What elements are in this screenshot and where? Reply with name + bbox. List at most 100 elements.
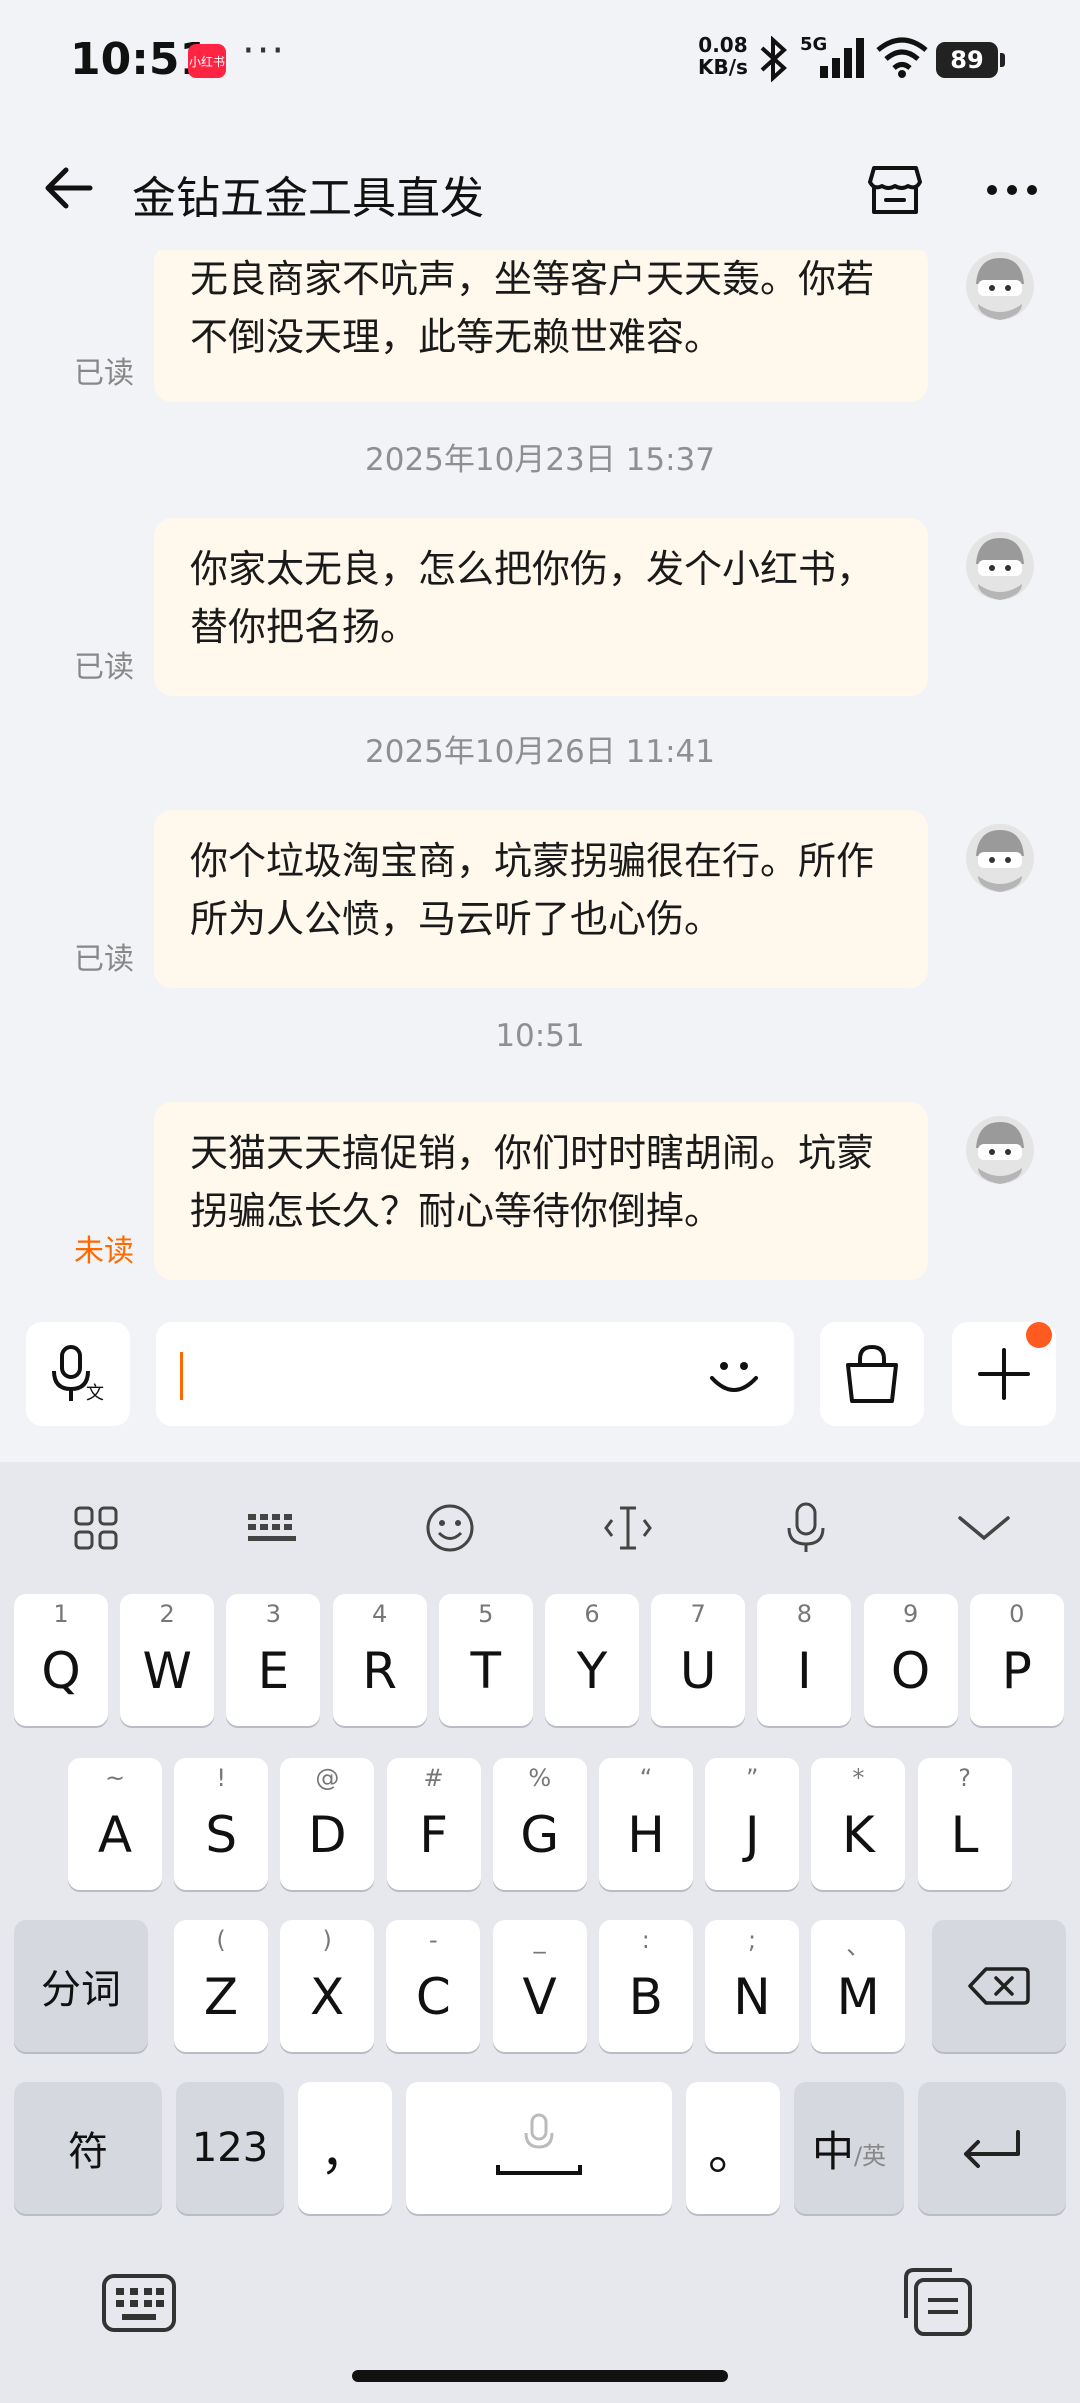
key-label: V	[522, 1968, 557, 2026]
message-bubble[interactable]: 你个垃圾淘宝商，坑蒙拐骗很在行。所作所为人公愤，马云听了也心伤。	[154, 810, 928, 988]
net-speed: 0.08 KB/s	[698, 34, 748, 78]
key-label: L	[950, 1806, 979, 1864]
key-label: X	[310, 1968, 345, 2026]
key-x[interactable]: ) X	[280, 1920, 375, 2052]
key-f[interactable]: # F	[386, 1758, 481, 1890]
read-status: 已读	[74, 942, 134, 977]
key-g[interactable]: % G	[492, 1758, 587, 1890]
key-j[interactable]: ” J	[705, 1758, 800, 1890]
switch-keyboard-icon[interactable]	[100, 2270, 178, 2336]
store-icon[interactable]	[866, 160, 924, 218]
key-label: Q	[41, 1642, 81, 1700]
key-label: B	[628, 1968, 663, 2026]
key-q[interactable]: 1Q	[14, 1594, 108, 1726]
word-segment-key[interactable]: 分词	[14, 1920, 148, 2052]
shopping-bag-icon	[846, 1344, 898, 1403]
key-z[interactable]: (Z	[174, 1920, 268, 2052]
key-label: D	[308, 1806, 347, 1864]
symbols-key[interactable]: 符	[14, 2082, 162, 2214]
message-timestamp: 2025年10月26日 11:41	[365, 734, 715, 770]
chat-header: 金钻五金工具直发	[0, 130, 1080, 250]
key-r[interactable]: 4R	[332, 1594, 427, 1726]
key-w[interactable]: 2W	[120, 1594, 215, 1726]
key-hint: ?	[958, 1764, 971, 1792]
collapse-keyboard-icon[interactable]	[954, 1498, 1014, 1558]
lang-sub-label: /英	[853, 2141, 887, 2170]
signal-icon	[820, 38, 864, 78]
xiaohongshu-app-icon: 小红书	[188, 44, 226, 78]
message-bubble[interactable]: 天猫天天搞促销，你们时时瞎胡闹。坑蒙拐骗怎长久？耐心等待你倒掉。	[154, 1102, 928, 1280]
more-options-icon[interactable]	[982, 160, 1042, 220]
key-a[interactable]: ~ A	[68, 1758, 162, 1890]
product-bag-button[interactable]	[820, 1322, 924, 1426]
clipboard-icon[interactable]	[900, 2266, 974, 2338]
key-o[interactable]: 9O	[863, 1594, 958, 1726]
home-indicator[interactable]	[352, 2370, 728, 2382]
period-key[interactable]: 。	[686, 2082, 780, 2214]
key-hint: ~	[104, 1764, 126, 1792]
svg-text:文: 文	[86, 1383, 104, 1404]
apps-grid-icon[interactable]	[66, 1498, 126, 1558]
status-bar: 10:51 小红书 ··· 0.08 KB/s 5G 89	[0, 0, 1080, 120]
message-input[interactable]	[156, 1322, 794, 1426]
text-caret	[180, 1352, 183, 1400]
key-hint: )	[322, 1926, 332, 1954]
key-e[interactable]: 3E	[226, 1594, 321, 1726]
comma-key[interactable]: ，	[298, 2082, 392, 2214]
net-speed-value: 0.08	[698, 33, 748, 57]
space-key[interactable]	[406, 2082, 672, 2214]
key-label: F	[419, 1806, 448, 1864]
key-hint: 9	[902, 1600, 919, 1628]
key-c[interactable]: -C	[386, 1920, 481, 2052]
key-hint: 0	[1009, 1600, 1025, 1628]
key-p[interactable]: 0P	[969, 1594, 1064, 1726]
key-t[interactable]: 5T	[438, 1594, 533, 1726]
key-hint: *	[852, 1764, 865, 1792]
message-bubble[interactable]: 无良商家不吭声，坐等客户天天轰。你若不倒没天理，此等无赖世难容。	[154, 250, 928, 402]
chat-title: 金钻五金工具直发	[132, 173, 484, 224]
key-label: E	[257, 1642, 290, 1700]
back-arrow-icon[interactable]	[40, 160, 96, 216]
key-n[interactable]: ; N	[705, 1920, 799, 2052]
key-hint: ”	[745, 1764, 759, 1792]
voice-input-icon[interactable]	[776, 1498, 836, 1558]
key-label: W	[142, 1642, 192, 1700]
key-d[interactable]: @ D	[280, 1758, 375, 1890]
numbers-key[interactable]: 123	[176, 2082, 284, 2214]
key-hint: (	[216, 1926, 226, 1954]
key-s[interactable]: ! S	[174, 1758, 269, 1890]
key-u[interactable]: 7U	[651, 1594, 746, 1726]
key-m[interactable]: 、 M	[811, 1920, 906, 2052]
key-label: I	[797, 1642, 812, 1700]
key-h[interactable]: “H	[599, 1758, 693, 1890]
enter-key[interactable]	[918, 2082, 1066, 2214]
battery-level: 89	[936, 42, 998, 78]
emoji-icon[interactable]	[704, 1344, 764, 1404]
key-hint: %	[528, 1764, 552, 1792]
key-hint: _	[533, 1926, 546, 1954]
key-label: Y	[576, 1642, 608, 1700]
keyboard-layout-icon[interactable]	[242, 1498, 302, 1558]
key-i[interactable]: 8I	[757, 1594, 852, 1726]
read-status: 已读	[74, 356, 134, 391]
emoji-keyboard-icon[interactable]	[420, 1498, 480, 1558]
key-hint: 2	[159, 1600, 175, 1628]
message-timestamp: 2025年10月23日 15:37	[365, 442, 715, 478]
key-label: C	[415, 1968, 451, 2026]
message-bubble[interactable]: 你家太无良，怎么把你伤，发个小红书，替你把名扬。	[154, 518, 928, 696]
key-y[interactable]: 6Y	[545, 1594, 639, 1726]
notification-dot	[1026, 1322, 1052, 1348]
key-l[interactable]: ? L	[917, 1758, 1012, 1890]
key-k[interactable]: * K	[811, 1758, 906, 1890]
key-b[interactable]: :B	[598, 1920, 693, 2052]
space-mic-icon	[496, 2113, 582, 2175]
language-switch-key[interactable]: 中/英	[794, 2082, 904, 2214]
message-list[interactable]: 无良商家不吭声，坐等客户天天轰。你若不倒没天理，此等无赖世难容。 已读 2025…	[0, 250, 1080, 1280]
key-v[interactable]: _ V	[492, 1920, 587, 2052]
key-label: H	[627, 1806, 665, 1864]
enter-icon	[964, 2130, 1020, 2168]
backspace-key[interactable]	[932, 1920, 1066, 2052]
voice-to-text-button[interactable]: 文	[26, 1322, 130, 1426]
cursor-move-icon[interactable]	[598, 1498, 658, 1558]
key-hint: 6	[584, 1600, 600, 1628]
